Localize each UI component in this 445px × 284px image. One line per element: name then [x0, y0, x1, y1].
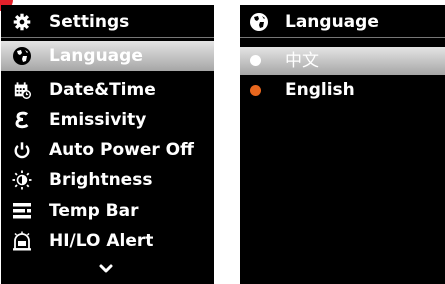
- power-icon: [11, 139, 33, 161]
- menu-item-label: HI/LO Alert: [49, 231, 154, 251]
- menu-item-brightness[interactable]: Brightness: [1, 165, 214, 195]
- globe-icon: [11, 45, 33, 67]
- brightness-icon: [11, 169, 33, 191]
- language-title: Language: [285, 12, 379, 32]
- calendar-clock-icon: [11, 79, 33, 101]
- menu-item-label: Auto Power Off: [49, 140, 194, 160]
- language-header: Language: [240, 7, 445, 37]
- menu-item-emissivity[interactable]: Emissivity: [1, 105, 214, 135]
- settings-title: Settings: [49, 12, 130, 32]
- menu-item-label: Brightness: [49, 170, 153, 190]
- menu-item-hi-lo-alert[interactable]: HI/LO Alert: [1, 226, 214, 256]
- radio-dot: [250, 55, 261, 66]
- settings-screen: Settings Language Date&Time Emissivity A…: [1, 5, 214, 284]
- globe-icon: [248, 11, 270, 33]
- menu-item-date-time[interactable]: Date&Time: [1, 75, 214, 105]
- header-divider: [1, 37, 214, 38]
- menu-item-label: Language: [49, 46, 143, 66]
- menu-item-language[interactable]: Language: [1, 41, 214, 71]
- language-option-label: 中文: [285, 51, 319, 71]
- temp-bar-icon: [11, 200, 33, 222]
- menu-item-label: Temp Bar: [49, 201, 139, 221]
- menu-item-auto-power-off[interactable]: Auto Power Off: [1, 135, 214, 165]
- language-option-label: English: [285, 80, 355, 100]
- language-option-english[interactable]: English: [240, 76, 445, 104]
- menu-item-temp-bar[interactable]: Temp Bar: [1, 196, 214, 226]
- chevron-down-icon[interactable]: [98, 263, 114, 275]
- menu-item-label: Emissivity: [49, 110, 147, 130]
- header-divider: [240, 37, 445, 38]
- epsilon-icon: [11, 109, 33, 131]
- gear-icon: [11, 11, 33, 33]
- menu-item-label: Date&Time: [49, 80, 156, 100]
- radio-dot-selected: [250, 85, 261, 96]
- language-option-chinese[interactable]: 中文: [240, 47, 445, 75]
- language-screen: Language 中文 English: [240, 5, 445, 284]
- settings-header: Settings: [1, 7, 214, 37]
- alarm-icon: [11, 230, 33, 252]
